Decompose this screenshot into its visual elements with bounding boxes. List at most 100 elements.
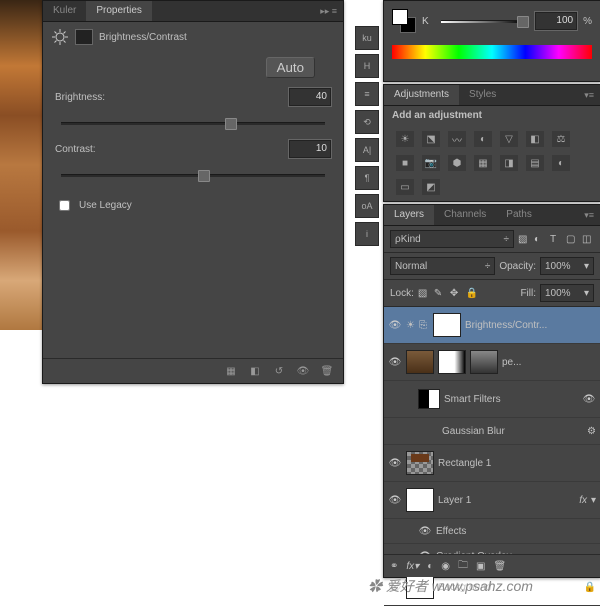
dock-info[interactable]: i [355, 222, 379, 246]
filter-thumb[interactable] [470, 350, 498, 374]
adj-exposure-icon[interactable]: ◐ [474, 131, 492, 147]
adj-menu-icon[interactable]: ▾≡ [578, 90, 600, 101]
layer-thumb[interactable] [406, 488, 434, 512]
k-value[interactable]: 100 [535, 12, 577, 30]
lock-pos-icon[interactable]: ✥ [450, 288, 462, 298]
filter-type-icon[interactable]: T [550, 234, 562, 244]
tab-adjustments[interactable]: Adjustments [384, 85, 459, 105]
brightness-slider[interactable] [61, 116, 325, 130]
layer-rectangle-1[interactable]: 👁 Rectangle 1 [384, 445, 600, 482]
adjustment-add-icon[interactable]: ◉ [441, 561, 450, 572]
properties-footer: ▦ ◧ ↺ 👁 🗑 [43, 358, 343, 383]
dock-kuler[interactable]: ku [355, 26, 379, 50]
adj-mixer-icon[interactable]: ⬢ [448, 155, 466, 171]
k-slider[interactable] [441, 14, 523, 28]
trash-icon[interactable]: 🗑 [319, 364, 335, 378]
dock-histogram[interactable]: H [355, 54, 379, 78]
adj-curves-icon[interactable]: 〰 [448, 131, 466, 147]
adj-thresh-icon[interactable]: ◐ [552, 155, 570, 171]
color-ramp[interactable] [392, 45, 592, 59]
dock-nav[interactable]: ≡ [355, 82, 379, 106]
fill-dropdown[interactable]: 100%▾ [540, 284, 594, 302]
fg-bg-swatch[interactable] [392, 9, 416, 33]
smart-filters-row[interactable]: Smart Filters 👁 [384, 381, 600, 418]
reset-icon[interactable]: ↺ [271, 364, 287, 378]
lock-trans-icon[interactable]: ▧ [418, 288, 430, 298]
tab-paths[interactable]: Paths [496, 205, 542, 225]
chevron-down-icon[interactable]: ▾ [591, 495, 596, 506]
filter-shape-icon[interactable]: ▢ [566, 234, 578, 244]
eye-icon[interactable]: 👁 [388, 320, 402, 331]
dock-char[interactable]: A| [355, 138, 379, 162]
mask-thumb[interactable] [438, 350, 466, 374]
filter-smart-icon[interactable]: ◫ [582, 234, 594, 244]
eye-icon[interactable]: 👁 [388, 357, 402, 368]
adj-invert-icon[interactable]: ◨ [500, 155, 518, 171]
collapse-icon[interactable]: ▸▸ ≡ [314, 6, 343, 17]
group-icon[interactable]: 🗀 [458, 558, 468, 575]
effects-row[interactable]: 👁 Effects [384, 519, 600, 544]
adj-lut-icon[interactable]: ▦ [474, 155, 492, 171]
filter-adj-icon[interactable]: ◐ [534, 234, 546, 244]
visibility-icon[interactable]: 👁 [295, 364, 311, 378]
adj-brightness-icon[interactable]: ☀ [396, 131, 414, 147]
contrast-slider[interactable] [61, 168, 325, 182]
adj-levels-icon[interactable]: ⬔ [422, 131, 440, 147]
view-prev-icon[interactable]: ◧ [247, 364, 263, 378]
tab-styles[interactable]: Styles [459, 85, 506, 105]
new-layer-icon[interactable]: ▣ [476, 561, 485, 572]
eye-icon[interactable]: 👁 [388, 458, 402, 469]
mask-thumb[interactable] [433, 313, 461, 337]
tab-layers[interactable]: Layers [384, 205, 434, 225]
dock-para[interactable]: ¶ [355, 166, 379, 190]
clip-icon[interactable]: ▦ [223, 364, 239, 378]
mask-add-icon[interactable]: ◐ [427, 561, 433, 572]
auto-button[interactable]: Auto [266, 57, 315, 78]
eye-icon[interactable]: 👁 [582, 394, 596, 405]
dock-char-style[interactable]: oA [355, 194, 379, 218]
layers-menu-icon[interactable]: ▾≡ [578, 210, 600, 221]
layer-smart-object[interactable]: 👁 pe... [384, 344, 600, 381]
eye-icon[interactable]: 👁 [388, 495, 402, 506]
lock-paint-icon[interactable]: ✎ [434, 288, 446, 298]
use-legacy-checkbox[interactable] [59, 200, 70, 211]
layer-thumb[interactable] [406, 451, 434, 475]
watermark: ✿ 爱好者 www.psahz.com [368, 576, 533, 596]
blend-mode-dropdown[interactable]: Normal÷ [390, 257, 495, 275]
tab-properties[interactable]: Properties [86, 1, 152, 21]
adj-vibrance-icon[interactable]: ▽ [500, 131, 518, 147]
link-layers-icon[interactable]: ⚭ [390, 561, 398, 572]
adj-balance-icon[interactable]: ⚖ [552, 131, 570, 147]
dock-history[interactable]: ⟲ [355, 110, 379, 134]
layer-name[interactable]: Rectangle 1 [438, 458, 596, 469]
tab-kuler[interactable]: Kuler [43, 1, 86, 21]
adj-gradmap-icon[interactable]: ▭ [396, 179, 414, 195]
adj-hue-icon[interactable]: ◧ [526, 131, 544, 147]
tab-channels[interactable]: Channels [434, 205, 496, 225]
filter-name[interactable]: Gaussian Blur [442, 426, 583, 437]
layer-brightness-contrast[interactable]: 👁 ☀ ⎘ Brightness/Contr... [384, 307, 600, 344]
gaussian-blur-row[interactable]: Gaussian Blur ⚙ [384, 418, 600, 445]
contrast-value[interactable]: 10 [289, 140, 331, 158]
brightness-value[interactable]: 40 [289, 88, 331, 106]
adj-poster-icon[interactable]: ▤ [526, 155, 544, 171]
layer-layer-1[interactable]: 👁 Layer 1 fx ▾ [384, 482, 600, 519]
layer-name[interactable]: Layer 1 [438, 495, 575, 506]
kind-dropdown[interactable]: ρ Kind÷ [390, 230, 514, 248]
filter-mask-thumb[interactable] [418, 389, 440, 409]
layer-thumb[interactable] [406, 350, 434, 374]
eye-icon[interactable]: 👁 [418, 526, 432, 537]
layer-name[interactable]: Brightness/Contr... [465, 320, 596, 331]
adj-photo-icon[interactable]: 📷 [422, 155, 440, 171]
fx-badge[interactable]: fx [579, 495, 587, 506]
filter-pixel-icon[interactable]: ▧ [518, 234, 530, 244]
adj-selcolor-icon[interactable]: ◩ [422, 179, 440, 195]
lock-all-icon[interactable]: 🔒 [466, 288, 478, 298]
layer-name[interactable]: pe... [502, 357, 596, 368]
effects-label: Effects [436, 526, 596, 537]
trash-icon[interactable]: 🗑 [493, 561, 506, 572]
adj-bw-icon[interactable]: ■ [396, 155, 414, 171]
fx-icon[interactable]: fx▾ [406, 561, 419, 572]
opacity-dropdown[interactable]: 100%▾ [540, 257, 594, 275]
filter-options-icon[interactable]: ⚙ [587, 426, 596, 437]
